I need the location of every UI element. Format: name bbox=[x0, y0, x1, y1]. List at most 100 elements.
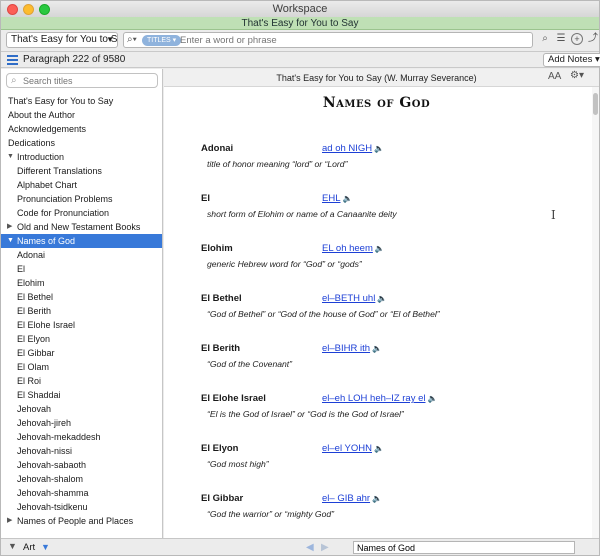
close-window-button[interactable] bbox=[7, 4, 18, 15]
disclosure-closed-icon[interactable]: ▶ bbox=[7, 220, 12, 234]
titles-search-input[interactable] bbox=[23, 75, 153, 86]
sidebar-item[interactable]: El Berith bbox=[1, 304, 162, 318]
name-entry: El Elyon el–el YOHN 🔈 “God most high” bbox=[201, 443, 591, 493]
pronunciation-text: el–el YOHN bbox=[322, 443, 372, 454]
sidebar-item[interactable]: Jehovah-jireh bbox=[1, 416, 162, 430]
pronunciation-text: EL oh heem bbox=[322, 243, 373, 254]
entry-definition: title of honor meaning “lord” or “Lord” bbox=[207, 159, 348, 169]
entry-definition: “El is the God of Israel” or “God is the… bbox=[207, 409, 404, 419]
pronunciation-link[interactable]: el– GIB ahr 🔈 bbox=[322, 493, 382, 504]
speaker-icon[interactable]: 🔈 bbox=[374, 444, 384, 453]
titles-search-field[interactable]: ⌕ bbox=[6, 73, 158, 88]
sidebar-item[interactable]: Jehovah-sabaoth bbox=[1, 458, 162, 472]
sidebar-item[interactable]: Jehovah-shalom bbox=[1, 472, 162, 486]
chevron-down-icon: ▼ bbox=[106, 35, 114, 44]
zoom-window-button[interactable] bbox=[39, 4, 50, 15]
scrollbar-thumb[interactable] bbox=[593, 93, 598, 115]
table-of-contents-icon[interactable] bbox=[7, 55, 18, 65]
speaker-icon[interactable]: 🔈 bbox=[428, 394, 438, 403]
speaker-icon[interactable]: 🔈 bbox=[372, 494, 382, 503]
sidebar-item[interactable]: El Shaddai bbox=[1, 388, 162, 402]
pronunciation-link[interactable]: el–BIHR ith 🔈 bbox=[322, 343, 382, 354]
sidebar-item[interactable]: El Olam bbox=[1, 360, 162, 374]
disclosure-open-icon[interactable]: ▼ bbox=[7, 150, 14, 164]
title-bar: Workspace bbox=[1, 1, 599, 17]
sidebar-item[interactable]: Adonai bbox=[1, 248, 162, 262]
disclosure-open-icon[interactable]: ▼ bbox=[7, 234, 14, 248]
sidebar-item[interactable]: ▶ Names of People and Places bbox=[1, 514, 162, 528]
gear-icon[interactable]: ⚙▾ bbox=[570, 70, 584, 81]
speaker-icon[interactable]: 🔈 bbox=[342, 194, 352, 203]
sidebar-item-label: Jehovah-jireh bbox=[17, 418, 72, 428]
art-label: Art bbox=[23, 542, 36, 553]
collapse-triangle-icon[interactable]: ▼ bbox=[8, 541, 17, 551]
sidebar-item[interactable]: Elohim bbox=[1, 276, 162, 290]
document-tab-bar[interactable]: That's Easy for You to Say bbox=[1, 17, 599, 30]
speaker-icon[interactable]: 🔈 bbox=[374, 144, 384, 153]
sidebar-item[interactable]: Dedications bbox=[1, 136, 162, 150]
sidebar-item[interactable]: El Elohe Israel bbox=[1, 318, 162, 332]
sidebar-item-label: That's Easy for You to Say bbox=[8, 96, 114, 106]
name-entry: El Gibbar el– GIB ahr 🔈 “God the warrior” o… bbox=[201, 493, 591, 538]
sidebar-item[interactable]: That's Easy for You to Say bbox=[1, 94, 162, 108]
sidebar-item[interactable]: Acknowledgements bbox=[1, 122, 162, 136]
sidebar-item[interactable]: Jehovah-tsidkenu bbox=[1, 500, 162, 514]
pronunciation-link[interactable]: el–eh LOH heh–IZ ray el 🔈 bbox=[322, 393, 437, 404]
sidebar-item[interactable]: Jehovah-shamma bbox=[1, 486, 162, 500]
resource-select[interactable]: That's Easy for You to Say ▼ bbox=[6, 32, 118, 48]
search-input[interactable] bbox=[180, 34, 520, 46]
sidebar-item[interactable]: Jehovah-nissi bbox=[1, 444, 162, 458]
sidebar-item-label: Elohim bbox=[17, 278, 45, 288]
back-arrow-icon[interactable]: ◀ bbox=[306, 539, 314, 556]
sidebar-item[interactable]: El Roi bbox=[1, 374, 162, 388]
pronunciation-link[interactable]: EL oh heem 🔈 bbox=[322, 243, 385, 254]
sidebar-item[interactable]: About the Author bbox=[1, 108, 162, 122]
sidebar-item[interactable]: Jehovah-mekaddesh bbox=[1, 430, 162, 444]
sidebar-item[interactable]: ▼ Introduction bbox=[1, 150, 162, 164]
speaker-icon[interactable]: 🔈 bbox=[377, 294, 387, 303]
sidebar-item[interactable]: El Elyon bbox=[1, 332, 162, 346]
location-field[interactable] bbox=[353, 541, 575, 554]
forward-arrow-icon[interactable]: ▶ bbox=[321, 539, 329, 556]
art-chevron-icon[interactable]: ▼ bbox=[41, 539, 50, 556]
pronunciation-link[interactable]: el–el YOHN 🔈 bbox=[322, 443, 384, 454]
pronunciation-text: ad oh NIGH bbox=[322, 143, 373, 154]
add-notes-button[interactable]: Add Notes ▾ bbox=[543, 53, 600, 67]
pronunciation-text: el–BETH uhl bbox=[322, 293, 376, 304]
paragraph-bar: Paragraph 222 of 9580 Add Notes ▾ bbox=[1, 51, 600, 68]
add-icon[interactable]: + bbox=[571, 33, 583, 45]
bottom-bar: ▼ Art ▼ ◀ ▶ bbox=[1, 538, 599, 555]
titles-sidebar: ⌕ That's Easy for You to Say About the Au… bbox=[1, 69, 163, 538]
sidebar-item[interactable]: Jehovah bbox=[1, 402, 162, 416]
sidebar-item[interactable]: Pronunciation Problems bbox=[1, 192, 162, 206]
entry-term: El Bethel bbox=[201, 293, 242, 304]
search-icon[interactable]: ⌕▾ bbox=[127, 33, 137, 47]
sidebar-item[interactable]: ▶ Old and New Testament Books bbox=[1, 220, 162, 234]
sidebar-item[interactable]: El Bethel bbox=[1, 290, 162, 304]
sidebar-item[interactable]: Alphabet Chart bbox=[1, 178, 162, 192]
speaker-icon[interactable]: 🔈 bbox=[375, 244, 385, 253]
sidebar-item[interactable]: El bbox=[1, 262, 162, 276]
sidebar-item-label: El Shaddai bbox=[17, 390, 61, 400]
speaker-icon[interactable]: 🔈 bbox=[372, 344, 382, 353]
scope-titles-pill[interactable]: TITLES ▾ bbox=[142, 35, 182, 46]
reader-header: That's Easy for You to Say (W. Murray Se… bbox=[164, 69, 599, 87]
list-view-icon[interactable]: ☰ bbox=[555, 33, 567, 45]
sidebar-item[interactable]: Different Translations bbox=[1, 164, 162, 178]
sidebar-item[interactable]: ▼ Names of God bbox=[1, 234, 162, 248]
reader-scrollbar[interactable] bbox=[592, 87, 599, 538]
sidebar-item[interactable]: El Gibbar bbox=[1, 346, 162, 360]
search-field[interactable]: ⌕▾ TITLES ▾ bbox=[123, 32, 533, 48]
pronunciation-link[interactable]: el–BETH uhl 🔈 bbox=[322, 293, 387, 304]
sidebar-item-label: El Elyon bbox=[17, 334, 51, 344]
sidebar-item[interactable]: Code for Pronunciation bbox=[1, 206, 162, 220]
disclosure-closed-icon[interactable]: ▶ bbox=[7, 514, 12, 528]
share-icon[interactable]: ⤴ bbox=[587, 33, 599, 45]
pronunciation-link[interactable]: ad oh NIGH 🔈 bbox=[322, 143, 384, 154]
pronunciation-link[interactable]: EHL 🔈 bbox=[322, 193, 352, 204]
entries-list: Adonai ad oh NIGH 🔈 title of honor meaning … bbox=[201, 143, 591, 538]
minimize-window-button[interactable] bbox=[23, 4, 34, 15]
font-size-button[interactable]: AA bbox=[548, 71, 561, 82]
search-results-icon[interactable]: ⌕ bbox=[539, 33, 551, 45]
name-entry: Adonai ad oh NIGH 🔈 title of honor meaning … bbox=[201, 143, 591, 193]
